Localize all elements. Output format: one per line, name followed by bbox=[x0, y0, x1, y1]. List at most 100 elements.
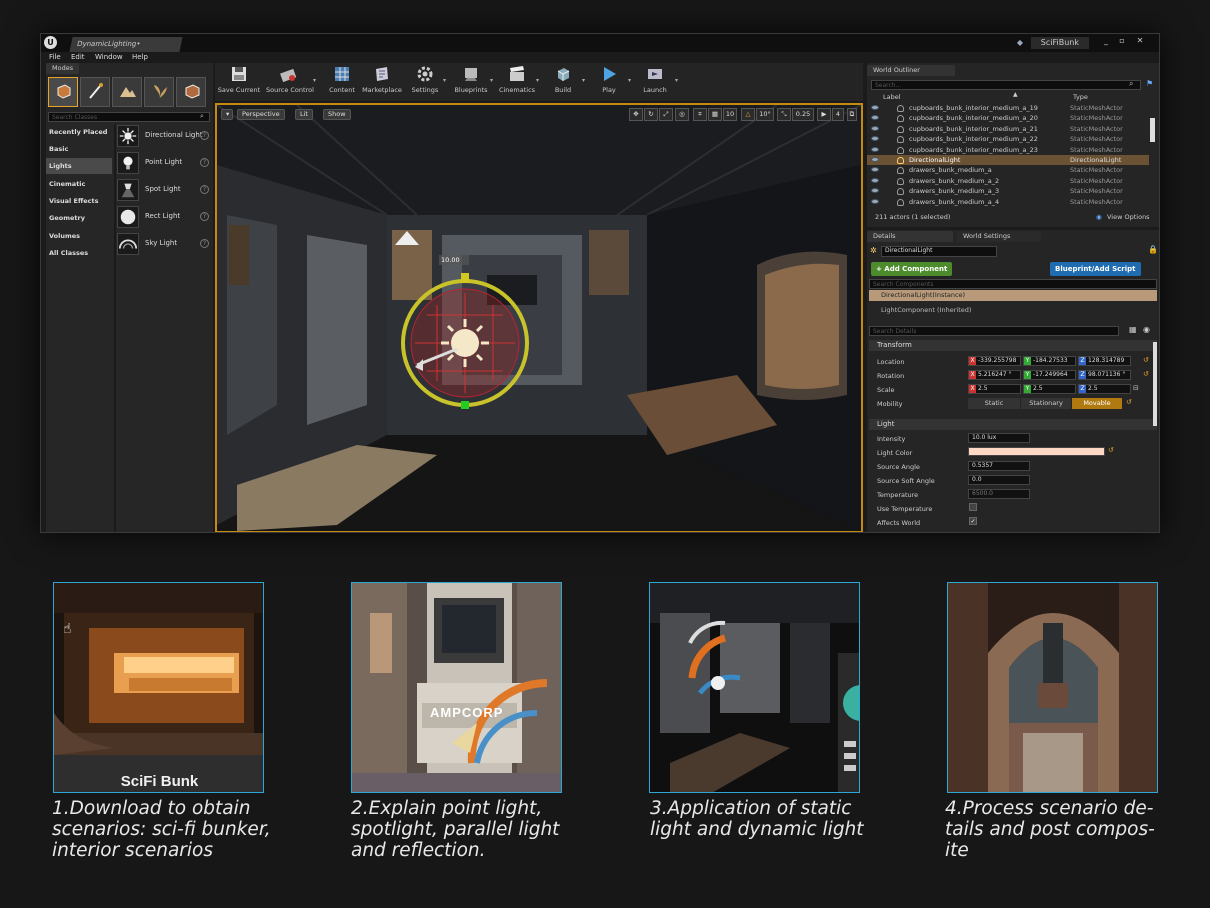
level-viewport[interactable]: 10.00 ▾ Perspective Lit Show ✥ ↻ ⤢ ◎ ⌗ ▦… bbox=[215, 103, 863, 532]
class-search-input[interactable]: Search Classes bbox=[48, 112, 210, 122]
world-space-icon[interactable]: ◎ bbox=[675, 108, 689, 121]
light-color-swatch[interactable] bbox=[968, 447, 1105, 456]
help-icon[interactable]: ? bbox=[200, 131, 209, 140]
details-scrollbar[interactable] bbox=[1153, 342, 1157, 426]
modes-tab[interactable]: Modes bbox=[46, 63, 80, 74]
mobility-movable-button[interactable]: Movable bbox=[1072, 398, 1122, 409]
outliner-row[interactable]: drawers_bunk_medium_a_2 StaticMeshActor bbox=[867, 176, 1149, 186]
mobility-static-button[interactable]: Static bbox=[968, 398, 1020, 409]
eye-icon[interactable] bbox=[871, 188, 879, 194]
view-options-button[interactable]: View Options bbox=[1107, 213, 1150, 221]
place-spot-light[interactable]: Spot Light ? bbox=[117, 177, 213, 203]
translate-tool-icon[interactable]: ✥ bbox=[629, 108, 643, 121]
scale-snap-value[interactable]: 0.25 bbox=[792, 108, 814, 121]
add-component-button[interactable]: + Add Component bbox=[871, 262, 953, 276]
rotation-snap-icon[interactable]: △ bbox=[741, 108, 755, 121]
outliner-row[interactable]: cupboards_bunk_interior_medium_a_21 Stati… bbox=[867, 124, 1149, 134]
actor-name-field[interactable]: DirectionalLight bbox=[881, 246, 997, 257]
geometry-mode-button[interactable] bbox=[176, 77, 206, 107]
perspective-button[interactable]: Perspective bbox=[237, 109, 285, 120]
category-visual-effects[interactable]: Visual Effects bbox=[46, 193, 112, 209]
mobility-stationary-button[interactable]: Stationary bbox=[1021, 398, 1071, 409]
outliner-scrollbar[interactable] bbox=[1150, 118, 1155, 142]
outliner-row[interactable]: drawers_bunk_medium_a StaticMeshActor bbox=[867, 165, 1149, 175]
viewport-menu-button[interactable]: ▾ bbox=[221, 109, 233, 120]
rotation-z-field[interactable]: Z 98.071136 ° bbox=[1078, 370, 1131, 380]
category-all-classes[interactable]: All Classes bbox=[46, 245, 112, 261]
rotate-tool-icon[interactable]: ↻ bbox=[644, 108, 658, 121]
transform-section-header[interactable]: Transform bbox=[869, 340, 1157, 351]
instance-row[interactable]: DirectionalLight(Instance) bbox=[869, 290, 1157, 301]
eye-icon[interactable] bbox=[871, 198, 879, 204]
eye-icon[interactable] bbox=[871, 136, 879, 142]
help-icon[interactable]: ? bbox=[200, 158, 209, 167]
lit-button[interactable]: Lit bbox=[295, 109, 313, 120]
help-icon[interactable]: ? bbox=[200, 212, 209, 221]
details-search-input[interactable]: Search Details bbox=[869, 326, 1119, 336]
location-x-field[interactable]: X -339.255798 bbox=[968, 356, 1021, 366]
scale-z-field[interactable]: Z 2.5 bbox=[1078, 384, 1131, 394]
eye-icon[interactable] bbox=[871, 177, 879, 183]
details-tab[interactable]: Details bbox=[867, 231, 953, 242]
menu-help[interactable]: Help bbox=[132, 52, 148, 63]
lock-icon[interactable]: 🔒 bbox=[1148, 245, 1158, 254]
menu-edit[interactable]: Edit bbox=[71, 52, 85, 63]
landscape-mode-button[interactable] bbox=[112, 77, 142, 107]
grid-snap-value[interactable]: 10 bbox=[723, 108, 737, 121]
scale-x-field[interactable]: X 2.5 bbox=[968, 384, 1021, 394]
build-button[interactable]: Build bbox=[541, 65, 585, 99]
category-geometry[interactable]: Geometry bbox=[46, 210, 112, 226]
source-angle-field[interactable]: 0.5357 bbox=[968, 461, 1030, 471]
source-soft-angle-field[interactable]: 0.0 bbox=[968, 475, 1030, 485]
surface-snap-icon[interactable]: ⌗ bbox=[693, 108, 707, 121]
outliner-row[interactable]: cupboards_bunk_interior_medium_a_23 Stati… bbox=[867, 145, 1149, 155]
outliner-row-selected[interactable]: DirectionalLight DirectionalLight bbox=[867, 155, 1149, 166]
label-column-header[interactable]: Label bbox=[883, 93, 901, 101]
place-mode-button[interactable] bbox=[48, 77, 78, 107]
category-recently-placed[interactable]: Recently Placed bbox=[46, 124, 112, 140]
marketplace-button[interactable]: Marketplace bbox=[360, 65, 404, 99]
maximize-button[interactable]: ▫ bbox=[1115, 36, 1129, 46]
eye-icon[interactable] bbox=[871, 146, 879, 152]
cinematics-button[interactable]: Cinematics bbox=[495, 65, 539, 99]
source-control-button[interactable]: Source Control bbox=[266, 65, 314, 99]
eye-icon[interactable] bbox=[871, 115, 879, 121]
scale-y-field[interactable]: Y 2.5 bbox=[1023, 384, 1076, 394]
eye-icon[interactable] bbox=[871, 105, 879, 110]
affects-world-checkbox[interactable]: ✓ bbox=[969, 517, 977, 525]
location-z-field[interactable]: Z 128.314789 bbox=[1078, 356, 1131, 366]
chevron-down-icon[interactable]: ▾ bbox=[628, 77, 631, 84]
outliner-row[interactable]: cupboards_bunk_interior_medium_a_19 Stati… bbox=[867, 103, 1149, 113]
world-outliner-tab[interactable]: World Outliner bbox=[867, 65, 955, 76]
show-button[interactable]: Show bbox=[323, 109, 351, 120]
chevron-down-icon[interactable]: ▾ bbox=[443, 77, 446, 84]
category-volumes[interactable]: Volumes bbox=[46, 228, 112, 244]
location-y-field[interactable]: Y -184.27533 bbox=[1023, 356, 1076, 366]
lock-icon[interactable]: ⊟ bbox=[1133, 384, 1139, 392]
component-search-input[interactable]: Search Components bbox=[869, 279, 1157, 289]
place-directional-light[interactable]: Directional Light ? bbox=[117, 123, 213, 149]
place-rect-light[interactable]: Rect Light ? bbox=[117, 204, 213, 230]
type-column-header[interactable]: Type bbox=[1073, 93, 1088, 101]
help-icon[interactable]: ? bbox=[200, 239, 209, 248]
menu-window[interactable]: Window bbox=[95, 52, 123, 63]
settings-icon[interactable]: ⚑ bbox=[1146, 79, 1153, 88]
rotation-snap-value[interactable]: 10° bbox=[756, 108, 774, 121]
blueprints-button[interactable]: Blueprints bbox=[449, 65, 493, 99]
temperature-field[interactable]: 6500.0 bbox=[968, 489, 1030, 499]
play-button[interactable]: Play bbox=[587, 65, 631, 99]
grid-snap-icon[interactable]: ▦ bbox=[708, 108, 722, 121]
eye-icon[interactable] bbox=[871, 167, 879, 173]
chevron-down-icon[interactable]: ▾ bbox=[313, 77, 316, 84]
chevron-down-icon[interactable]: ▾ bbox=[582, 77, 585, 84]
eye-icon[interactable] bbox=[871, 125, 879, 131]
reset-icon[interactable]: ↺ bbox=[1108, 446, 1114, 454]
outliner-row[interactable]: drawers_bunk_medium_a_4 StaticMeshActor bbox=[867, 197, 1149, 207]
outliner-row[interactable]: cupboards_bunk_interior_medium_a_22 Stati… bbox=[867, 134, 1149, 144]
outliner-search-input[interactable]: Search... bbox=[871, 80, 1141, 90]
eye-icon[interactable]: ◉ bbox=[1143, 325, 1150, 334]
scale-tool-icon[interactable]: ⤢ bbox=[659, 108, 673, 121]
close-button[interactable]: ✕ bbox=[1133, 36, 1147, 46]
eye-icon[interactable] bbox=[871, 157, 879, 162]
settings-button[interactable]: Settings bbox=[403, 65, 447, 99]
